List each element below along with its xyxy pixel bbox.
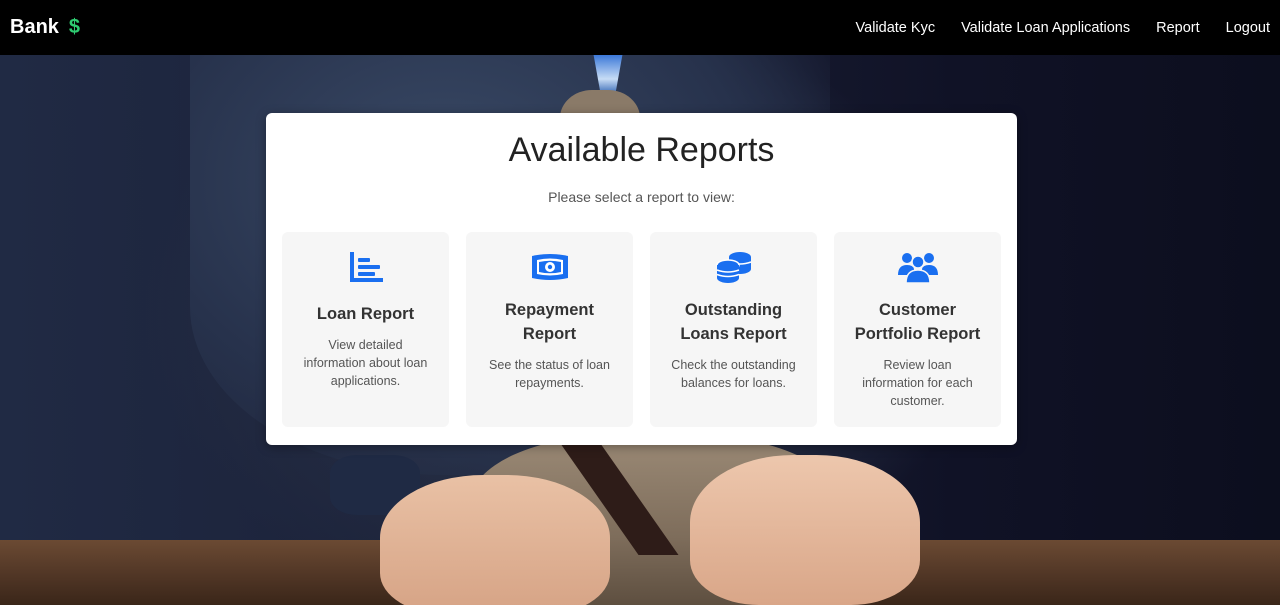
nav-link-logout[interactable]: Logout — [1226, 20, 1270, 36]
report-description: Review loan information for each custome… — [862, 358, 973, 408]
reports-card: Available Reports Please select a report… — [266, 113, 1017, 445]
report-title: Loan Report — [316, 305, 415, 323]
left-hand — [380, 475, 610, 605]
report-description: Check the outstanding balances for loans… — [671, 358, 796, 390]
report-title: Outstanding Loans Report — [680, 301, 787, 343]
report-description: See the status of loan repayments. — [489, 358, 610, 390]
navbar: Bank $ Validate Kyc Validate Loan Applic… — [0, 0, 1280, 55]
coins-icon — [715, 250, 752, 284]
page-subtitle: Please select a report to view: — [548, 189, 735, 205]
report-options: Loan Report View detailed information ab… — [282, 232, 1001, 427]
users-icon — [897, 250, 939, 284]
nav-link-validate-loan-applications[interactable]: Validate Loan Applications — [961, 20, 1130, 36]
brand-link[interactable]: Bank $ — [10, 16, 80, 39]
report-title: Customer Portfolio Report — [854, 301, 981, 343]
page-title: Available Reports — [508, 131, 775, 169]
report-title: Repayment Report — [505, 301, 594, 343]
report-option-outstanding-loans[interactable]: Outstanding Loans Report Check the outst… — [650, 232, 817, 427]
bar-chart-icon — [349, 250, 383, 284]
brand-name: Bank — [10, 16, 59, 38]
report-description: View detailed information about loan app… — [303, 338, 428, 388]
money-bill-icon — [530, 250, 570, 284]
nav-link-validate-kyc[interactable]: Validate Kyc — [856, 20, 936, 36]
report-option-repayment[interactable]: Repayment Report See the status of loan … — [466, 232, 633, 427]
dollar-icon: $ — [68, 16, 81, 38]
nav-link-report[interactable]: Report — [1156, 20, 1200, 36]
report-option-loan[interactable]: Loan Report View detailed information ab… — [282, 232, 449, 427]
right-hand — [690, 455, 920, 605]
report-option-customer-portfolio[interactable]: Customer Portfolio Report Review loan in… — [834, 232, 1001, 427]
nav-links: Validate Kyc Validate Loan Applications … — [830, 20, 1270, 36]
